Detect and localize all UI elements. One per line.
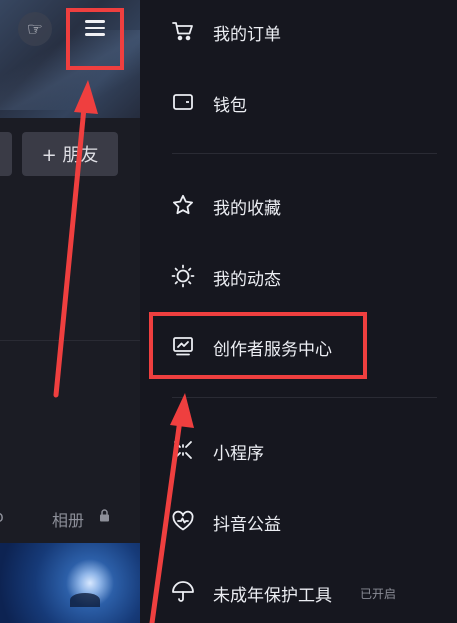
arrow-to-creator-center <box>149 393 194 623</box>
annotation-arrows <box>53 80 194 623</box>
arrow-to-menu-button <box>53 80 98 398</box>
